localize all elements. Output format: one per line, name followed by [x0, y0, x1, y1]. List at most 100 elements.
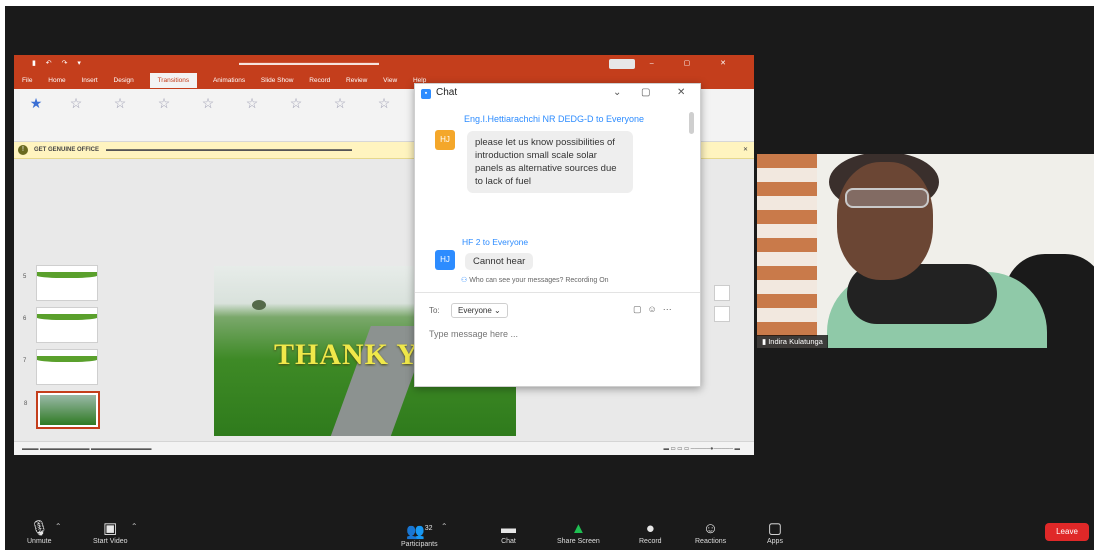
zoom-chat-icon: ▪ — [421, 89, 431, 99]
recipient-value: Everyone — [458, 306, 492, 315]
recipient-select[interactable]: Everyone ⌄ — [451, 303, 508, 318]
transition-fade-button[interactable]: ☆ — [146, 95, 182, 111]
transition-wipe-button[interactable]: ☆ — [234, 95, 270, 111]
share-button[interactable] — [609, 59, 635, 69]
status-left: ▬▬▬ ▬▬▬▬▬▬▬▬▬ ▬▬▬▬▬▬▬▬▬▬▬ — [22, 446, 152, 452]
reactions-icon: ☺ — [702, 520, 719, 537]
chevron-down-icon[interactable]: ⌄ — [613, 87, 621, 98]
chat-header: ▪ Chat ⌄ ▢ ✕ — [415, 84, 700, 104]
close-icon[interactable]: ✕ — [677, 87, 685, 98]
tab-design[interactable]: Design — [114, 77, 134, 84]
participants-icon: 👥32 — [406, 523, 433, 540]
message-bubble: Cannot hear — [465, 253, 534, 270]
visibility-note[interactable]: ⚇ Who can see your messages? Recording O… — [461, 276, 609, 284]
infobar-title: GET GENUINE OFFICE — [34, 147, 100, 153]
warning-icon: ! — [18, 145, 28, 155]
meeting-toolbar: 🎙 ⌃ Unmute ▣ ⌃ Start Video 👥32 ⌃ Participan… — [5, 518, 1094, 550]
chat-button[interactable]: ▬ Chat — [501, 520, 516, 545]
tab-transitions[interactable]: Transitions — [149, 73, 198, 88]
slide-thumbnail[interactable]: 5 — [23, 265, 98, 301]
popout-icon[interactable]: ▢ — [641, 87, 650, 98]
slide-thumbnail[interactable]: 6 — [23, 307, 98, 343]
tab-file[interactable]: File — [22, 77, 32, 84]
share-screen-button[interactable]: ▲ Share Screen — [557, 520, 600, 545]
visibility-note-text: Who can see your messages? Recording On — [469, 277, 609, 284]
zoom-controls[interactable]: ▬ ▭ ▭ ▭ ─────●───── ▬ — [663, 442, 740, 455]
message-sender: Eng.I.Hettiarachchi NR DEDG-D to Everyon… — [464, 114, 645, 124]
tab-view[interactable]: View — [383, 77, 397, 84]
powerpoint-titlebar: ▮ ↶ ↷ ▾ ▬▬▬▬▬▬▬▬▬▬▬▬▬▬▬▬▬▬▬▬ – ▢ ✕ — [14, 55, 754, 73]
tab-slide-show[interactable]: Slide Show — [261, 77, 294, 84]
slide-thumbnail-active[interactable]: 8 — [24, 391, 100, 429]
chevron-up-icon[interactable]: ⌃ — [441, 522, 448, 531]
chat-title: Chat — [436, 87, 458, 98]
microphone-icon: 🎙 — [29, 520, 49, 537]
star-icon: ☆ — [377, 95, 391, 111]
star-icon: ☆ — [245, 95, 259, 111]
chat-window: ▪ Chat ⌄ ▢ ✕ Eng.I.Hettiarachchi NR DEDG… — [414, 83, 701, 387]
transition-none-button[interactable]: ☆ — [58, 95, 94, 111]
reactions-label: Reactions — [695, 538, 727, 545]
apps-label: Apps — [767, 538, 783, 545]
leave-button[interactable]: Leave — [1045, 523, 1089, 541]
transition-reveal-button[interactable]: ☆ — [322, 95, 358, 111]
chat-message-input[interactable] — [427, 328, 681, 340]
star-icon: ☆ — [333, 95, 347, 111]
slide-thumbnails: 5 6 7 8 — [20, 265, 106, 435]
tab-animations[interactable]: Animations — [213, 77, 245, 84]
apps-button[interactable]: ▢ Apps — [767, 520, 783, 545]
participant-video[interactable]: ▮ Indira Kulatunga — [757, 154, 1094, 348]
file-icon[interactable]: ▢ — [633, 304, 648, 314]
unmute-label: Unmute — [27, 538, 52, 545]
transition-split-button[interactable]: ☆ — [278, 95, 314, 111]
star-icon: ☆ — [69, 95, 83, 111]
share-screen-label: Share Screen — [557, 538, 600, 545]
tab-insert[interactable]: Insert — [81, 77, 97, 84]
background-stripes — [757, 154, 817, 348]
start-video-button[interactable]: ▣ ⌃ Start Video — [93, 520, 138, 545]
more-icon[interactable]: ⋯ — [663, 304, 678, 314]
avatar: HJ — [435, 250, 455, 270]
tab-home[interactable]: Home — [48, 77, 65, 84]
video-camera-icon: ▣ — [103, 520, 118, 537]
meeting-window: ▮ ↶ ↷ ▾ ▬▬▬▬▬▬▬▬▬▬▬▬▬▬▬▬▬▬▬▬ – ▢ ✕ File … — [5, 6, 1094, 550]
person-icon: ⚇ — [461, 277, 468, 284]
chat-scrollbar[interactable] — [689, 112, 694, 134]
message-bubble: please let us know possibilities of intr… — [467, 131, 633, 193]
slide-tree — [252, 300, 266, 310]
record-icon: ● — [645, 520, 655, 537]
window-controls[interactable]: – ▢ ✕ — [650, 55, 740, 73]
preview-button[interactable]: ★ — [18, 95, 54, 111]
participant-name: Indira Kulatunga — [768, 337, 823, 346]
reactions-button[interactable]: ☺ Reactions — [695, 520, 726, 545]
close-icon[interactable]: ✕ — [743, 142, 748, 158]
unmute-button[interactable]: 🎙 ⌃ Unmute — [27, 520, 62, 545]
quick-access-icons[interactable]: ▮ ↶ ↷ ▾ — [32, 55, 85, 73]
chevron-up-icon[interactable]: ⌃ — [131, 522, 138, 531]
participants-button[interactable]: 👥32 ⌃ Participants — [401, 520, 448, 548]
participant-name-label: ▮ Indira Kulatunga — [757, 335, 828, 348]
tab-record[interactable]: Record — [309, 77, 330, 84]
infobar-message: ▬▬▬▬▬▬▬▬▬▬▬▬▬▬▬▬▬▬▬▬▬▬▬▬▬▬▬▬▬▬▬▬▬▬▬▬▬▬▬▬… — [106, 147, 352, 153]
slide-side-controls[interactable] — [714, 285, 748, 322]
transition-push-button[interactable]: ☆ — [190, 95, 226, 111]
chat-icon: ▬ — [501, 520, 516, 537]
transition-morph-button[interactable]: ☆ — [102, 95, 138, 111]
slide-thumbnail[interactable]: 7 — [23, 349, 98, 385]
start-video-label: Start Video — [93, 538, 128, 545]
share-screen-icon: ▲ — [570, 520, 586, 537]
to-label: To: — [429, 306, 440, 315]
divider — [415, 292, 700, 293]
tab-review[interactable]: Review — [346, 77, 367, 84]
transition-cut-button[interactable]: ☆ — [366, 95, 402, 111]
status-bar: ▬▬▬ ▬▬▬▬▬▬▬▬▬ ▬▬▬▬▬▬▬▬▬▬▬ ▬ ▭ ▭ ▭ ─────●… — [14, 441, 754, 455]
avatar: HJ — [435, 130, 455, 150]
emoji-icon[interactable]: ☺ — [648, 304, 663, 314]
chevron-up-icon[interactable]: ⌃ — [55, 522, 62, 531]
star-icon: ★ — [29, 95, 43, 111]
chevron-down-icon: ⌄ — [494, 306, 501, 315]
message-sender: HF 2 to Everyone — [462, 237, 529, 247]
record-button[interactable]: ● Record — [639, 520, 662, 545]
star-icon: ☆ — [201, 95, 215, 111]
star-icon: ☆ — [113, 95, 127, 111]
